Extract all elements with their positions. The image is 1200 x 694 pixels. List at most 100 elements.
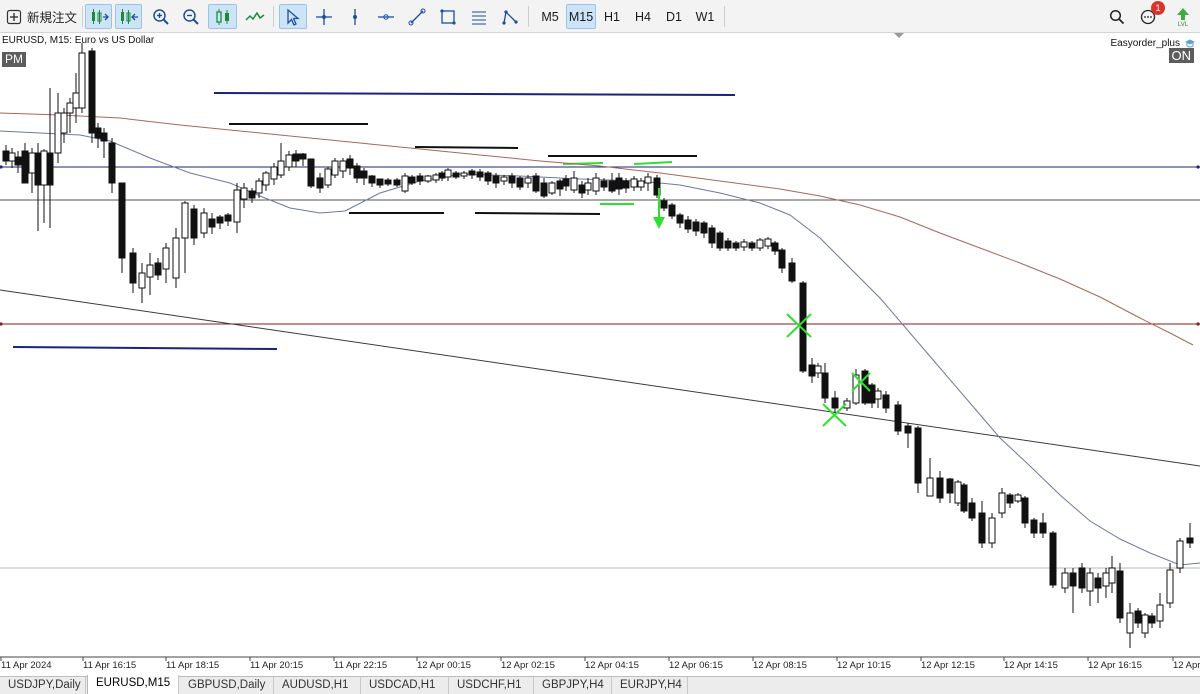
candle-body bbox=[894, 404, 902, 432]
candle-body bbox=[444, 169, 452, 178]
fibonacci-icon bbox=[471, 11, 486, 24]
tab-usdjpy-daily[interactable]: USDJPY,Daily bbox=[0, 677, 86, 694]
auto-scroll-button[interactable] bbox=[85, 4, 112, 29]
price-chart[interactable]: 11 Apr 2024 11 Apr 16:15 11 Apr 18:15 11 Ap… bbox=[0, 33, 1200, 676]
cross-marker-icon bbox=[786, 313, 812, 338]
time-axis-label: 12 Apr 02:15 bbox=[501, 660, 555, 671]
timeframe-m15-button[interactable]: M15 bbox=[566, 4, 596, 29]
candle-body bbox=[255, 180, 263, 194]
candle-body bbox=[492, 175, 500, 184]
zoom-out-icon bbox=[182, 8, 199, 25]
timeframe-d1-button[interactable]: D1 bbox=[659, 4, 689, 29]
tab-eurjpy-h4[interactable]: EURJPY,H4 bbox=[612, 677, 688, 694]
vertical-line-button[interactable] bbox=[341, 4, 368, 29]
candle-body bbox=[644, 176, 652, 184]
candle-body bbox=[2, 150, 10, 162]
tab-gbpusd-daily[interactable]: GBPUSD,Daily bbox=[180, 677, 274, 694]
candle-body bbox=[692, 221, 700, 232]
fibonacci-button[interactable] bbox=[465, 4, 492, 29]
candle-body bbox=[8, 152, 16, 162]
level-line-green[interactable] bbox=[633, 161, 673, 165]
candle-body bbox=[708, 227, 716, 244]
level-line-black[interactable] bbox=[414, 146, 519, 149]
candle-body bbox=[190, 208, 198, 239]
candle-body bbox=[821, 372, 829, 399]
candle-body bbox=[240, 187, 248, 200]
candle-body bbox=[34, 152, 42, 186]
time-axis-labels: 11 Apr 2024 11 Apr 16:15 11 Apr 18:15 11 Ap… bbox=[0, 657, 1200, 671]
candle-body bbox=[668, 204, 676, 217]
candle-body bbox=[868, 384, 876, 404]
candle-body bbox=[874, 390, 882, 400]
level-line-blue-bottom[interactable] bbox=[12, 346, 278, 350]
candle-body bbox=[1116, 570, 1124, 619]
candle-body bbox=[1166, 569, 1174, 604]
timeframe-m5-button[interactable]: M5 bbox=[535, 4, 565, 29]
level-line-black[interactable] bbox=[474, 212, 601, 215]
candle-body bbox=[988, 517, 996, 544]
candle-body bbox=[716, 232, 724, 249]
rectangle-tool-button[interactable] bbox=[434, 4, 461, 29]
timeframe-h1-button[interactable]: H1 bbox=[597, 4, 627, 29]
price-marker-dot bbox=[1196, 322, 1200, 326]
tab-usdcad-h1[interactable]: USDCAD,H1 bbox=[361, 677, 449, 694]
zoom-out-button[interactable] bbox=[177, 4, 204, 29]
status-tag: ON bbox=[1168, 48, 1194, 63]
tab-usdchf-h1[interactable]: USDCHF,H1 bbox=[449, 677, 534, 694]
candle-body bbox=[468, 170, 476, 176]
candle-body bbox=[1030, 519, 1038, 534]
candle-body bbox=[608, 180, 616, 192]
candle-body bbox=[524, 177, 532, 184]
level-button[interactable]: LVL bbox=[1170, 4, 1196, 29]
search-button[interactable] bbox=[1104, 4, 1130, 29]
candle-body bbox=[292, 153, 300, 162]
candlestick-chart-button[interactable] bbox=[208, 4, 237, 29]
cursor-button[interactable] bbox=[279, 4, 307, 29]
tab-audusd-h1[interactable]: AUDUSD,H1 bbox=[274, 677, 361, 694]
candle-body bbox=[393, 179, 401, 186]
notifications-button[interactable]: 1 bbox=[1136, 1, 1165, 29]
candle-body bbox=[384, 179, 392, 185]
candle-body bbox=[299, 153, 307, 160]
trendline-button[interactable] bbox=[403, 4, 430, 29]
candle-body bbox=[771, 242, 779, 252]
chart-shift-button[interactable] bbox=[115, 4, 142, 29]
candle-body bbox=[637, 180, 645, 188]
candle-body bbox=[676, 214, 684, 224]
timeframe-w1-button[interactable]: W1 bbox=[690, 4, 720, 29]
tab-gbpjpy-h4[interactable]: GBPJPY,H4 bbox=[534, 677, 612, 694]
candle-body bbox=[262, 172, 270, 186]
candle-body bbox=[416, 175, 424, 182]
time-axis-label: 11 Apr 22:15 bbox=[334, 660, 387, 671]
candle-body bbox=[1021, 497, 1029, 524]
crosshair-button[interactable] bbox=[310, 4, 337, 29]
candle-body bbox=[960, 484, 968, 512]
candle-body bbox=[21, 150, 29, 184]
chart-shift-icon bbox=[120, 8, 138, 24]
candle-body bbox=[452, 172, 460, 178]
candle-body bbox=[353, 165, 361, 179]
candle-body bbox=[484, 172, 492, 182]
rectangle-icon bbox=[439, 8, 456, 25]
timeframe-h4-button[interactable]: H4 bbox=[628, 4, 658, 29]
candle-body bbox=[532, 175, 540, 192]
zoom-in-button[interactable] bbox=[147, 4, 174, 29]
candle-body bbox=[339, 160, 347, 172]
horizontal-line-button[interactable] bbox=[372, 4, 399, 29]
candle-body bbox=[778, 249, 786, 269]
line-chart-button[interactable] bbox=[241, 4, 268, 29]
candle-body bbox=[408, 176, 416, 184]
time-axis-label: 11 Apr 16:15 bbox=[83, 660, 136, 671]
candle-body bbox=[926, 477, 934, 497]
level-line-blue-top[interactable] bbox=[213, 92, 736, 96]
candle-body bbox=[376, 178, 384, 186]
candle-body bbox=[200, 212, 208, 234]
chart-shift-marker[interactable] bbox=[894, 33, 904, 38]
candle-body bbox=[600, 180, 608, 188]
time-axis-label: 12 Apr 04:15 bbox=[585, 660, 639, 671]
trendline[interactable] bbox=[0, 289, 1200, 467]
new-order-button[interactable]: 新規注文 bbox=[4, 4, 80, 29]
shapes-tool-button[interactable] bbox=[496, 4, 523, 29]
candle-body bbox=[936, 477, 944, 499]
tab-eurusd-m15[interactable]: EURUSD,M15 bbox=[87, 675, 179, 694]
